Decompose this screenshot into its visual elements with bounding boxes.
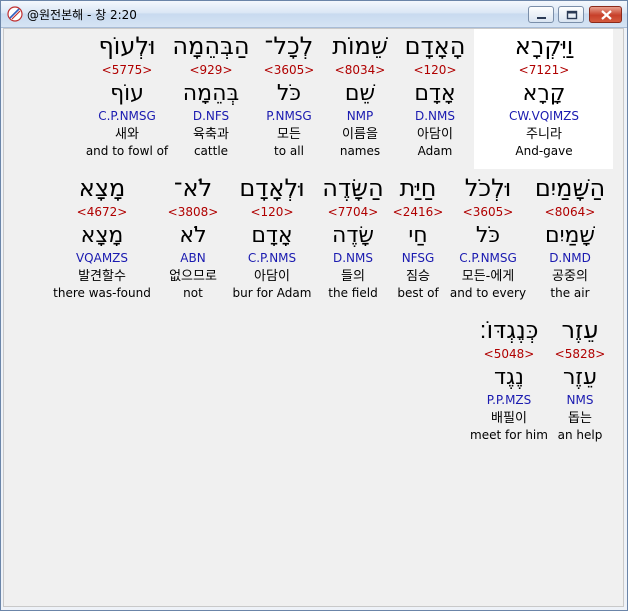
english-gloss: meet for him: [470, 428, 548, 442]
lexical-form: נֶגֶד: [494, 365, 524, 390]
lexical-form: קָרָא: [522, 81, 566, 106]
morphology-code: ABN: [180, 251, 206, 265]
word-cell[interactable]: הַשָּׁמַיִם <8064> שָׁמַיִם D.NMD 공중의 th…: [527, 173, 613, 301]
korean-gloss: 배필이: [491, 411, 527, 426]
lexical-form: אָדָם: [414, 81, 456, 106]
morphology-code: D.NMS: [414, 109, 455, 123]
morphology-code: P.P.MZS: [486, 393, 532, 407]
strong-number[interactable]: <5048>: [466, 347, 552, 362]
english-gloss: there was-found: [53, 286, 151, 300]
hebrew-word: וּלְעוֹף: [98, 32, 156, 60]
hebrew-word: מָצָא: [78, 174, 126, 202]
morphology-code: C.P.NMS: [247, 251, 297, 265]
lexical-form: מָצָא: [80, 223, 124, 248]
strong-number[interactable]: <3808>: [150, 205, 236, 220]
hebrew-word: וּלְאָדָם: [239, 174, 305, 202]
lexical-form: עוֹף: [110, 81, 144, 106]
window-title: @원전본해 - 창 2:20: [27, 8, 137, 22]
korean-gloss: 공중의: [552, 269, 588, 284]
lexical-form: לֹא: [179, 223, 207, 248]
strong-number[interactable]: <3605>: [246, 63, 332, 78]
english-gloss: bur for Adam: [232, 286, 312, 300]
english-gloss: cattle: [193, 144, 229, 158]
hebrew-word: כְּנֶגְדּוֹ׃: [479, 316, 539, 344]
word-cell[interactable]: הַבְּהֵמָה <929> בְּהֵמָה D.NFS 육축과 catt…: [168, 31, 254, 159]
hebrew-word: הַשָּׂדֶה: [322, 174, 384, 202]
morphology-code: C.P.NMSG: [98, 109, 156, 123]
word-cell[interactable]: וּלְעוֹף <5775> עוֹף C.P.NMSG 새와 and to …: [84, 31, 170, 159]
lexical-form: כֹּל: [276, 81, 302, 106]
verse-panel: וַיִּקְרָא <7121> קָרָא CW.VQIMZS 주니라 An…: [3, 28, 624, 607]
strong-number[interactable]: <120>: [392, 63, 478, 78]
hebrew-word: הַשָּׁמַיִם: [534, 174, 606, 202]
word-cell[interactable]: לֹא־ <3808> לֹא ABN 없으므로 not: [150, 173, 236, 301]
maximize-icon: [566, 10, 578, 20]
morphology-code: D.NMD: [549, 251, 591, 265]
word-cell[interactable]: מָצָא <4672> מָצָא VQAMZS 발견할수 there was…: [52, 173, 152, 301]
close-button[interactable]: [589, 6, 622, 23]
morphology-code: P.NMSG: [266, 109, 312, 123]
hebrew-word: לֹא־: [173, 174, 213, 202]
strong-number[interactable]: <5775>: [84, 63, 170, 78]
maximize-button[interactable]: [558, 6, 584, 23]
english-gloss: and to fowl of: [85, 144, 169, 158]
english-gloss: to all: [274, 144, 304, 158]
korean-gloss: 발견할수: [78, 269, 126, 284]
strong-number[interactable]: <7121>: [501, 63, 587, 78]
strong-number[interactable]: <929>: [168, 63, 254, 78]
hebrew-word: הַבְּהֵמָה: [172, 32, 250, 60]
english-gloss: Adam: [417, 144, 453, 158]
strong-number[interactable]: <8064>: [527, 205, 613, 220]
hebrew-word: לְכָל־: [264, 32, 314, 60]
korean-gloss: 새와: [115, 127, 139, 142]
minimize-button[interactable]: [528, 6, 554, 23]
morphology-code: D.NFS: [192, 109, 230, 123]
morphology-code: D.NMS: [332, 251, 373, 265]
lexical-form: שָׂדֶה: [332, 223, 374, 248]
korean-gloss: 없으므로: [169, 269, 217, 284]
title-bar[interactable]: @원전본해 - 창 2:20: [1, 1, 627, 28]
korean-gloss: 아담이: [254, 269, 290, 284]
hebrew-word: וַיִּקְרָא: [514, 32, 574, 60]
morphology-code: VQAMZS: [75, 251, 129, 265]
morphology-code: CW.VQIMZS: [508, 109, 580, 123]
word-cell[interactable]: הַשָּׂדֶה <7704> שָׂדֶה D.NMS 들의 the fie…: [310, 173, 396, 301]
word-cell[interactable]: וּלְאָדָם <120> אָדָם C.P.NMS 아담이 bur fo…: [229, 173, 315, 301]
korean-gloss: 모든: [277, 127, 301, 142]
strong-number[interactable]: <120>: [229, 205, 315, 220]
lexical-form: בְּהֵמָה: [182, 81, 240, 106]
word-cell[interactable]: לְכָל־ <3605> כֹּל P.NMSG 모든 to all: [246, 31, 332, 159]
app-window: @원전본해 - 창 2:20 וַיִּקְרָא <7121> קָרָא C…: [0, 0, 628, 611]
lexical-form: שָׁמַיִם: [544, 223, 596, 248]
word-cell[interactable]: כְּנֶגְדּוֹ׃ <5048> נֶגֶד P.P.MZS 배필이 me…: [466, 315, 552, 443]
word-cell[interactable]: וַיִּקְרָא <7121> קָרָא CW.VQIMZS 주니라 An…: [501, 31, 587, 159]
hebrew-word: הָאָדָם: [404, 32, 466, 60]
korean-gloss: 들의: [341, 269, 365, 284]
lexical-form: אָדָם: [251, 223, 293, 248]
english-gloss: And-gave: [515, 144, 573, 158]
korean-gloss: 주니라: [526, 127, 562, 142]
english-gloss: the air: [550, 286, 590, 300]
minimize-icon: [537, 17, 546, 19]
korean-gloss: 아담이: [417, 127, 453, 142]
word-cell[interactable]: הָאָדָם <120> אָדָם D.NMS 아담이 Adam: [392, 31, 478, 159]
english-gloss: not: [183, 286, 203, 300]
app-logo-icon: [7, 6, 23, 22]
english-gloss: the field: [328, 286, 378, 300]
close-icon: [601, 10, 612, 20]
strong-number[interactable]: <4672>: [52, 205, 152, 220]
korean-gloss: 육축과: [193, 127, 229, 142]
strong-number[interactable]: <7704>: [310, 205, 396, 220]
